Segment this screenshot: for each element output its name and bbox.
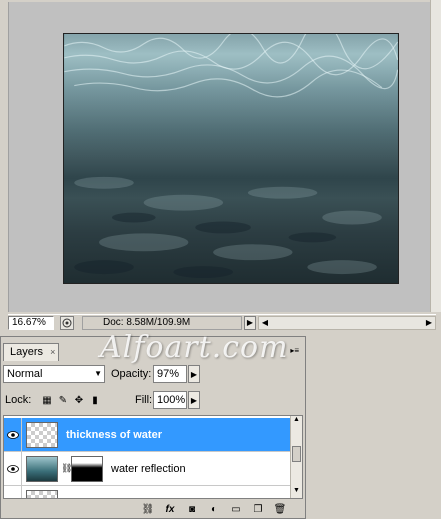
scroll-up-icon[interactable]: ▲ [291,416,302,427]
link-icon[interactable]: ⛓ [141,502,155,516]
underwater-image [63,33,399,284]
scroll-thumb[interactable] [292,446,301,462]
opacity-label: Opacity: [111,368,152,380]
document-window: 16.67% Doc: 8.58M/109.9M ▶ ◀ ▶ [0,0,441,334]
lock-position-icon[interactable]: ✥ [73,394,85,406]
layer-thumbnail [26,489,58,498]
lock-all-icon[interactable]: ▮ [89,394,101,406]
visibility-eye-icon[interactable] [4,486,22,498]
fx-icon[interactable]: fx [163,502,177,516]
layers-bottom-toolbar: ⛓ fx ◙ ◐ ▭ ❐ 🗑 [3,501,303,517]
panel-menu-icon[interactable]: ▸≡ [290,346,299,355]
opacity-field[interactable]: 97% [153,365,187,383]
fill-label: Fill: [135,394,153,406]
opacity-slider-arrow-icon[interactable]: ▶ [188,365,200,383]
horizontal-scrollbar[interactable]: ◀ ▶ [258,315,436,330]
tab-layers-label: Layers [10,346,44,358]
adjustment-icon[interactable]: ◐ [207,502,221,516]
visibility-eye-icon[interactable] [4,452,22,485]
chevron-down-icon: ▼ [94,369,102,378]
layer-row-partial[interactable] [4,415,290,416]
scroll-down-icon[interactable]: ▼ [291,487,302,498]
layer-thumbnail [26,455,58,482]
fill-field[interactable]: 100% [153,391,187,409]
lock-transparent-icon[interactable]: ▦ [41,394,53,406]
layer-mask-thumbnail[interactable] [71,455,103,482]
blend-mode-select[interactable]: Normal ▼ [3,365,105,383]
visibility-eye-icon[interactable] [4,418,22,451]
layers-scrollbar[interactable]: ▲ ▼ [290,416,302,498]
status-bar: 16.67% Doc: 8.58M/109.9M ▶ ◀ ▶ [8,314,436,330]
close-icon[interactable]: × [50,347,55,357]
blend-mode-value: Normal [7,368,43,380]
lock-image-icon[interactable]: ✎ [57,394,69,406]
lock-label: Lock: [5,394,32,406]
scroll-right-icon[interactable]: ▶ [423,317,435,329]
layers-tabbar: Layers × ▸≡ [1,337,305,361]
link-chain-icon[interactable]: ⛓ [61,463,72,474]
layer-name[interactable]: thickness of water [66,429,162,441]
folder-icon[interactable]: ▭ [229,502,243,516]
document-size-info: Doc: 8.58M/109.9M [82,315,242,330]
new-layer-icon[interactable]: ❐ [251,502,265,516]
zoom-level[interactable]: 16.67% [8,315,54,330]
trash-icon[interactable]: 🗑 [273,502,287,516]
status-info-icon[interactable] [60,315,74,330]
layer-row-thickness-of-water[interactable]: thickness of water [4,418,290,452]
layers-list: thickness of water ⛓ water reflection ▲ … [3,415,303,499]
layer-thumbnail [26,421,58,448]
vertical-scrollbar[interactable] [430,0,441,312]
photoshop-workspace: 16.67% Doc: 8.58M/109.9M ▶ ◀ ▶ Layers × … [0,0,441,519]
layers-panel: Layers × ▸≡ Normal ▼ Opacity: 97% ▶ Lock… [0,336,306,519]
fill-slider-arrow-icon[interactable]: ▶ [188,391,200,409]
lock-options: ▦ ✎ ✥ ▮ [41,394,101,406]
mask-icon[interactable]: ◙ [185,502,199,516]
canvas-area[interactable] [8,2,430,312]
layer-row-water-reflection[interactable]: ⛓ water reflection [4,452,290,486]
layer-row-partial[interactable] [4,486,290,498]
status-menu-arrow-icon[interactable]: ▶ [244,315,256,330]
tab-layers[interactable]: Layers × [3,343,59,361]
layer-name[interactable]: water reflection [111,463,186,475]
light-ripples [64,34,398,283]
scroll-left-icon[interactable]: ◀ [259,317,271,329]
